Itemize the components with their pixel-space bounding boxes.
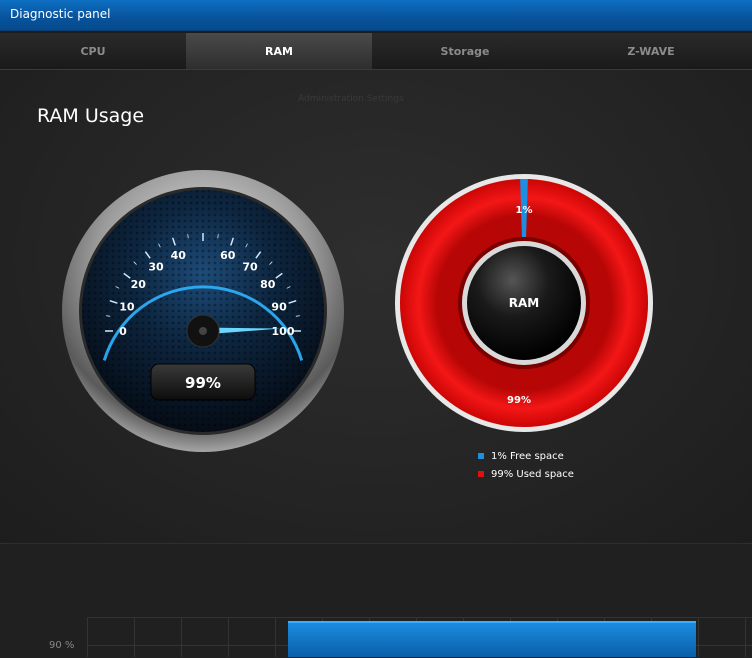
gauge-readout: 99% xyxy=(185,374,221,392)
donut-svg: RAM 1% 99% xyxy=(395,174,653,432)
legend-label-used: 99% Used space xyxy=(491,469,574,480)
legend-item-free[interactable]: 1% Free space xyxy=(478,447,574,465)
tab-ram[interactable]: RAM xyxy=(186,33,372,69)
gauge-tick-label: 10 xyxy=(119,300,135,313)
legend-item-used[interactable]: 99% Used space xyxy=(478,465,574,483)
donut-center-label: RAM xyxy=(509,296,539,310)
title-bar: Diagnostic panel xyxy=(0,0,752,31)
tab-cpu[interactable]: CPU xyxy=(0,33,186,69)
gauge-tick-label: 30 xyxy=(148,260,164,273)
gauge-tick-label: 0 xyxy=(119,325,127,338)
tab-bar: CPU RAM Storage Z-WAVE xyxy=(0,33,752,70)
history-usage-area xyxy=(288,621,696,657)
gauge-tick-label: 40 xyxy=(171,249,187,262)
gauge-tick-label: 80 xyxy=(260,278,276,291)
ram-gauge: 0 10 2030 40 60 7080 90 100 99% xyxy=(62,170,344,452)
donut-free-label: 1% xyxy=(516,205,533,216)
legend-swatch-free xyxy=(478,453,484,459)
legend-swatch-used xyxy=(478,471,484,477)
section-title: RAM Usage xyxy=(37,105,144,127)
background-ghost-text: Administration Settings xyxy=(298,94,404,104)
ram-donut-chart: RAM 1% 99% xyxy=(395,174,653,432)
gauge-svg: 0 10 2030 40 60 7080 90 100 99% xyxy=(62,170,344,452)
window-title: Diagnostic panel xyxy=(10,7,111,21)
donut-legend: 1% Free space 99% Used space xyxy=(478,447,574,483)
history-y-tick-label: 90 % xyxy=(49,640,74,651)
gauge-tick-label: 60 xyxy=(220,249,236,262)
gauge-tick-label: 20 xyxy=(131,278,147,291)
donut-used-label: 99% xyxy=(507,395,531,406)
gauge-tick-label: 70 xyxy=(242,260,258,273)
legend-label-free: 1% Free space xyxy=(491,451,564,462)
tab-storage[interactable]: Storage xyxy=(372,33,558,69)
gauge-tick-label: 100 xyxy=(272,325,295,338)
gauge-tick-label: 90 xyxy=(271,300,287,313)
tab-z-wave[interactable]: Z-WAVE xyxy=(558,33,744,69)
